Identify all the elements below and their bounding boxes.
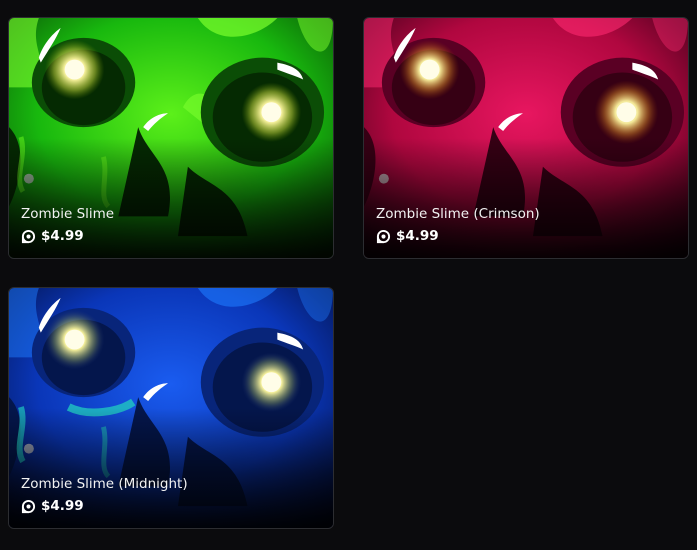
item-name[interactable]: Zombie Slime (Midnight) <box>21 475 321 493</box>
price-row: $4.99 <box>21 228 321 244</box>
item-info: Zombie Slime (Crimson) $4.99 <box>376 205 676 244</box>
robux-icon <box>21 229 36 244</box>
item-card-zombie-slime[interactable]: Zombie Slime $4.99 <box>8 17 334 259</box>
price-row: $4.99 <box>21 498 321 514</box>
robux-icon <box>21 499 36 514</box>
item-name[interactable]: Zombie Slime (Crimson) <box>376 205 676 223</box>
item-card-zombie-slime-crimson[interactable]: Zombie Slime (Crimson) $4.99 <box>363 17 689 259</box>
item-price: $4.99 <box>41 498 84 514</box>
item-name[interactable]: Zombie Slime <box>21 205 321 223</box>
item-info: Zombie Slime $4.99 <box>21 205 321 244</box>
item-grid: Zombie Slime $4.99 Zombie Slime (Crimson… <box>0 0 697 550</box>
robux-icon <box>376 229 391 244</box>
item-price: $4.99 <box>41 228 84 244</box>
item-info: Zombie Slime (Midnight) $4.99 <box>21 475 321 514</box>
price-row: $4.99 <box>376 228 676 244</box>
item-card-zombie-slime-midnight[interactable]: Zombie Slime (Midnight) $4.99 <box>8 287 334 529</box>
item-price: $4.99 <box>396 228 439 244</box>
